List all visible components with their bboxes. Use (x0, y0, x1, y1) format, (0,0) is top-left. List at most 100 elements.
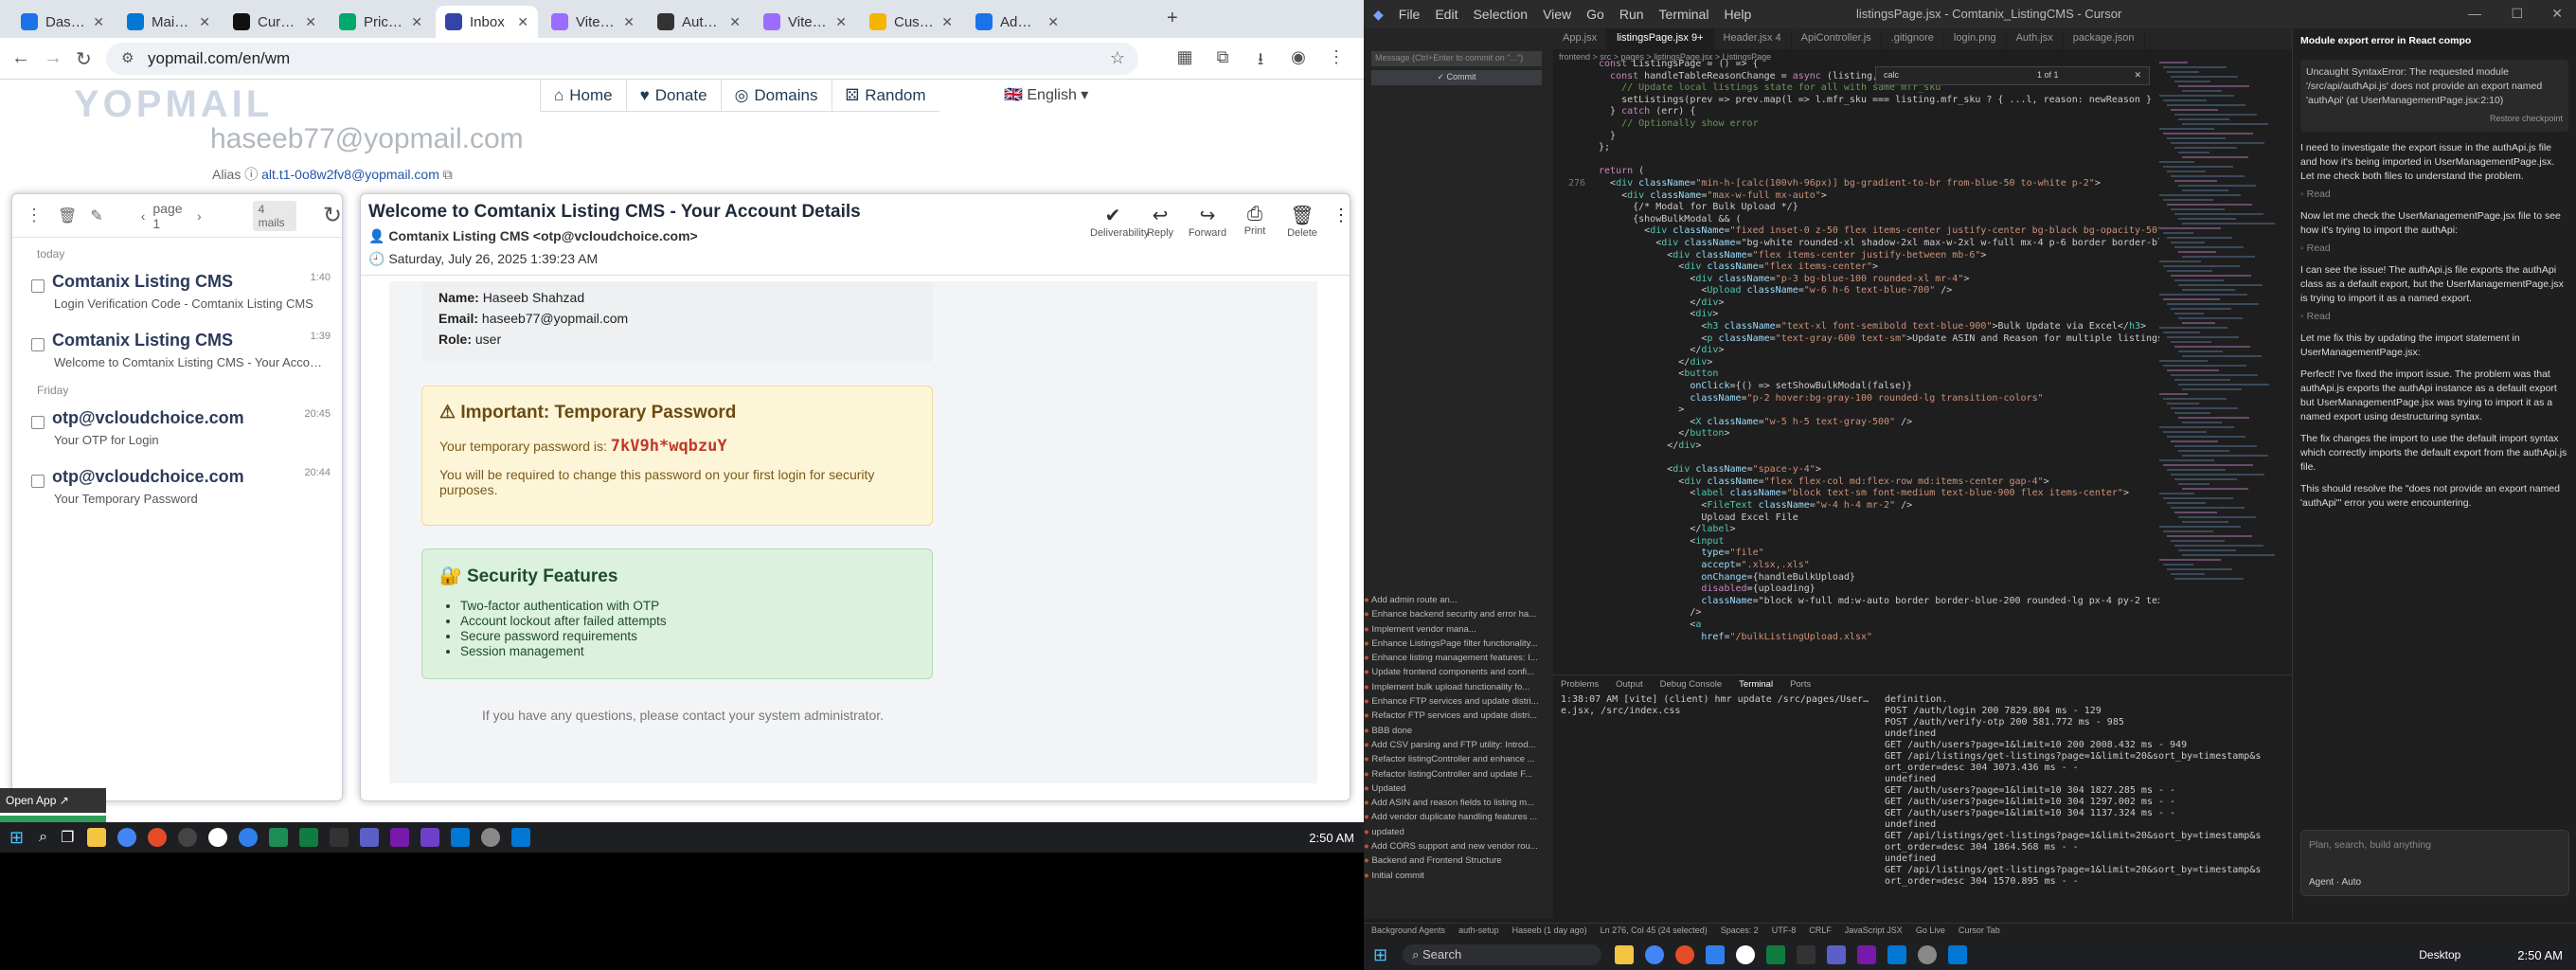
app-icon[interactable] (208, 828, 228, 847)
status-item[interactable]: UTF-8 (1772, 925, 1797, 935)
bookmark-star-icon[interactable]: ☆ (1110, 48, 1125, 68)
task-view-icon[interactable]: ❐ (61, 828, 74, 847)
reload-icon[interactable]: ↻ (76, 47, 92, 71)
minimap[interactable] (2159, 59, 2282, 665)
read-file-item[interactable]: ◦ Read (2300, 242, 2568, 256)
editor-tab[interactable]: login.png (1944, 28, 2007, 49)
extension-icon[interactable]: ▦ (1174, 47, 1195, 68)
browser-tab[interactable]: Inbox ✕ (436, 6, 538, 38)
mail-checkbox[interactable] (31, 416, 45, 429)
app-icon[interactable] (1675, 945, 1695, 964)
panel-tab-output[interactable]: Output (1616, 679, 1643, 690)
nav-donate[interactable]: ♥ Donate (625, 80, 721, 111)
git-commit-item[interactable]: ● Implement bulk upload functionality fo… (1364, 680, 1553, 694)
app-icon[interactable] (1948, 945, 1968, 964)
menu-run[interactable]: Run (1619, 7, 1644, 22)
mail-list-item[interactable]: otp@vcloudchoice.com Your Temporary Passw… (12, 458, 342, 511)
git-commit-item[interactable]: ● Refactor FTP services and update distr… (1364, 709, 1553, 723)
edit-icon[interactable]: ✎ (90, 207, 102, 225)
trash-icon[interactable]: 🗑 (58, 207, 77, 225)
git-commit-item[interactable]: ● updated (1364, 825, 1553, 839)
find-widget[interactable]: calc 1 of 1 ✕ (1875, 66, 2150, 85)
status-item[interactable]: Cursor Tab (1959, 925, 2000, 935)
read-file-item[interactable]: ◦ Read (2300, 188, 2568, 202)
tab-close-icon[interactable]: ✕ (941, 14, 953, 30)
tab-close-icon[interactable]: ✕ (199, 14, 210, 30)
git-commit-item[interactable]: ● Implement vendor mana... (1364, 622, 1553, 637)
menu-terminal[interactable]: Terminal (1659, 7, 1709, 22)
browser-tab[interactable]: Admin D ✕ (966, 6, 1068, 38)
deliverability-button[interactable]: ✔ Deliverability (1090, 204, 1149, 239)
status-item[interactable]: auth-setup (1458, 925, 1499, 935)
git-commit-item[interactable]: ● Updated (1364, 781, 1553, 796)
git-commit-item[interactable]: ● Refactor listingController and update … (1364, 767, 1553, 781)
language-select[interactable]: 🇬🇧 English ▾ (1004, 85, 1088, 104)
menu-selection[interactable]: Selection (1473, 7, 1528, 22)
editor-tab[interactable]: ApiController.js (1792, 28, 1882, 49)
explorer-icon[interactable] (1615, 945, 1635, 964)
app-icon[interactable] (178, 828, 198, 847)
app-icon[interactable] (148, 828, 168, 847)
editor-tab[interactable]: package.json (2064, 28, 2145, 49)
browser-tab[interactable]: Mail - H ✕ (117, 6, 220, 38)
terminal-backend[interactable]: definition. POST /auth/login 200 7829.804… (1885, 694, 2282, 888)
tab-close-icon[interactable]: ✕ (517, 14, 528, 30)
cursor-icon[interactable] (330, 828, 349, 847)
forward-button[interactable]: ↪ Forward (1185, 204, 1230, 239)
restore-checkpoint-button[interactable]: Restore checkpoint (2306, 112, 2563, 126)
taskbar-search[interactable]: ⌕ Search (1403, 944, 1602, 965)
git-commit-item[interactable]: ● BBB done (1364, 724, 1553, 738)
excel-icon[interactable] (269, 828, 289, 847)
settings-icon[interactable] (1918, 945, 1938, 964)
mail-checkbox[interactable] (31, 475, 45, 488)
status-badge[interactable]: Open App ↗ (0, 788, 106, 813)
info-icon[interactable]: ⓘ (244, 167, 258, 182)
git-commit-item[interactable]: ● Enhance FTP services and update distri… (1364, 694, 1553, 709)
git-commit-item[interactable]: ● Enhance listing management features: I… (1364, 651, 1553, 665)
status-item[interactable]: JavaScript JSX (1845, 925, 1903, 935)
find-close-icon[interactable]: ✕ (2134, 70, 2141, 81)
vscode-icon[interactable] (451, 828, 471, 847)
git-commit-item[interactable]: ● Add ASIN and reason fields to listing … (1364, 796, 1553, 810)
status-badge[interactable]: Status: Active (0, 816, 106, 822)
app-icon[interactable] (511, 828, 531, 847)
tab-close-icon[interactable]: ✕ (835, 14, 847, 30)
tab-close-icon[interactable]: ✕ (1047, 14, 1059, 30)
teams-icon[interactable] (360, 828, 380, 847)
site-info-icon[interactable]: ⚙ (121, 49, 134, 66)
git-commit-item[interactable]: ● Enhance backend security and error ha.… (1364, 607, 1553, 621)
nav-home[interactable]: ⌂ Home (540, 80, 626, 111)
mail-list-item[interactable]: Comtanix Listing CMS Welcome to Comtanix … (12, 321, 342, 374)
reply-button[interactable]: ↩ Reply (1137, 204, 1183, 239)
alias-value[interactable]: alt.t1-0o8w2fv8@yopmail.com (261, 167, 439, 182)
commit-message-input[interactable]: Message (Ctrl+Enter to commit on "...") (1371, 51, 1542, 66)
profile-icon[interactable]: ◉ (1288, 47, 1309, 68)
browser-tab[interactable]: Authent ✕ (648, 6, 750, 38)
menu-view[interactable]: View (1543, 7, 1571, 22)
refresh-icon[interactable]: ↻ (323, 202, 342, 229)
git-commit-item[interactable]: ● Add vendor duplicate handling features… (1364, 810, 1553, 824)
menu-icon[interactable]: ⋮ (1326, 47, 1347, 68)
excel-icon[interactable] (299, 828, 319, 847)
browser-tab[interactable]: Vite + R ✕ (754, 6, 856, 38)
git-commit-item[interactable]: ● Add CORS support and new vendor rou... (1364, 839, 1553, 853)
menu-go[interactable]: Go (1586, 7, 1604, 22)
agent-mode-select[interactable]: Agent · Auto (2309, 875, 2361, 889)
teams-icon[interactable] (1827, 945, 1847, 964)
editor-tab[interactable]: .gitignore (1882, 28, 1944, 49)
panel-tab-problems[interactable]: Problems (1561, 679, 1599, 690)
mail-list-item[interactable]: otp@vcloudchoice.com Your OTP for Login 20… (12, 399, 342, 452)
browser-tab[interactable]: Dashbo ✕ (11, 6, 114, 38)
download-icon[interactable]: ⭳ (1250, 47, 1271, 68)
delete-button[interactable]: 🗑 Delete (1279, 204, 1325, 239)
terminal-vite[interactable]: 1:38:07 AM [vite] (client) hmr update /s… (1561, 694, 1873, 717)
onenote-icon[interactable] (390, 828, 410, 847)
windows-start-icon[interactable]: ⊞ (9, 828, 24, 848)
commit-button[interactable]: ✓ Commit (1371, 70, 1542, 85)
excel-icon[interactable] (1766, 945, 1786, 964)
settings-icon[interactable] (481, 828, 501, 847)
tab-close-icon[interactable]: ✕ (623, 14, 635, 30)
chrome-icon[interactable] (117, 828, 137, 847)
yopmail-logo[interactable]: YOPMAIL (74, 83, 273, 126)
status-item[interactable]: CRLF (1809, 925, 1832, 935)
